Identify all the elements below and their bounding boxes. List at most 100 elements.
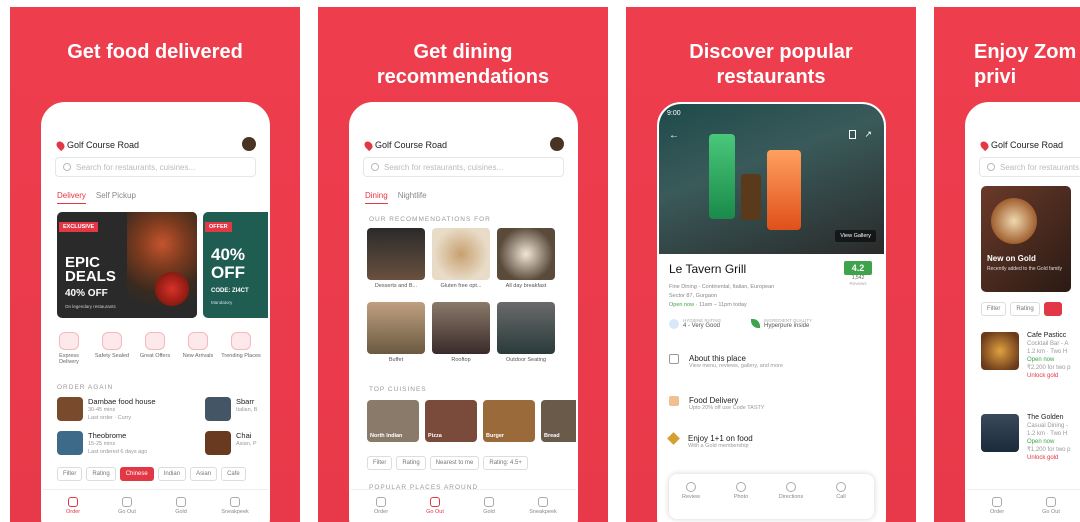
order-item[interactable]: Dambae food house 30-45 mins Last order · …	[57, 397, 156, 422]
gold-icon	[176, 497, 186, 507]
cuisine-tile[interactable]: North Indian	[367, 400, 419, 442]
order-icon	[68, 497, 78, 507]
category-new[interactable]: New Arrivals	[178, 332, 218, 359]
delivery-icon	[669, 396, 679, 406]
restaurant-hero-image[interactable]: 9:00 ← ↗ View Gallery	[659, 104, 884, 254]
category-offers[interactable]: Great Offers	[135, 332, 175, 359]
rec-tile[interactable]: Outdoor Seating	[497, 302, 555, 363]
nav-gold[interactable]: Gold	[469, 497, 509, 515]
asian-chip[interactable]: Asian	[190, 467, 218, 481]
filter-chip[interactable]: Filter	[367, 456, 393, 470]
search-placeholder: Search for restaurants	[1000, 163, 1080, 172]
sneakpeek-icon	[230, 497, 240, 507]
nav-sneakpeek[interactable]: Sneakpeek	[215, 497, 255, 515]
phone-mockup: Golf Course Road Search for restaurants,…	[349, 102, 578, 522]
rec-image	[432, 302, 490, 354]
nav-order[interactable]: Order	[361, 497, 401, 515]
hygiene-icon	[669, 318, 679, 329]
hygiene-rating[interactable]: HYGIENE RATING 4 - Very Good	[669, 318, 721, 329]
search-input[interactable]: Search for restaurants, cuisines...	[55, 157, 256, 177]
nav-order[interactable]: Order	[53, 497, 93, 515]
location-selector[interactable]: Golf Course Road	[54, 139, 140, 151]
photo-action[interactable]: Photo	[721, 482, 761, 500]
chinese-chip[interactable]: Chinese	[119, 467, 154, 481]
cuisine-type: Italian, B	[236, 407, 258, 413]
order-item[interactable]: Sbarr Italian, B	[205, 397, 257, 421]
rating-badge[interactable]: 4.2 1,542 Reviews	[844, 261, 872, 286]
rec-tile[interactable]: All day breakfast	[497, 228, 555, 289]
recommendations-header: OUR RECOMMENDATIONS FOR	[369, 216, 491, 223]
rec-tile[interactable]: Desserts and B...	[367, 228, 425, 289]
avatar[interactable]	[550, 137, 564, 151]
nav-go-out[interactable]: Go Out	[415, 497, 455, 515]
directions-action[interactable]: Directions	[771, 482, 811, 500]
location-label: Golf Course Road	[67, 140, 140, 150]
nav-gold[interactable]: Gold	[161, 497, 201, 515]
panel-title: Get food delivered	[67, 41, 243, 63]
cuisine-tile[interactable]: Bread	[541, 400, 576, 442]
tab-dining[interactable]: Dining	[365, 191, 388, 204]
cuisine-tile[interactable]: Burger	[483, 400, 535, 442]
search-input[interactable]: Search for restaurants, cuisines...	[363, 157, 564, 177]
new-on-gold-banner[interactable]: New on Gold Recently added to the Gold f…	[981, 186, 1071, 292]
back-arrow-icon[interactable]: ←	[669, 130, 679, 141]
bookmark-icon[interactable]	[849, 130, 856, 139]
tab-self-pickup[interactable]: Self Pickup	[96, 191, 136, 204]
go-out-icon	[122, 497, 132, 507]
offer-code: CODE: ZI4CT	[211, 288, 249, 294]
star-icon	[686, 482, 696, 492]
order-item[interactable]: Chai Asian, P	[205, 431, 256, 455]
location-label: Golf Course Road	[375, 140, 448, 150]
promo-panel-delivery: Get food delivered Golf Course Road Sear…	[10, 7, 300, 522]
location-selector[interactable]: Golf Course Road	[978, 139, 1063, 151]
location-pin-icon	[978, 139, 991, 151]
tab-delivery[interactable]: Delivery	[57, 191, 86, 204]
nav-order[interactable]: Order	[977, 497, 1017, 515]
filter-chip[interactable]: Filter	[981, 302, 1007, 316]
cuisine-tile[interactable]: Pizza	[425, 400, 477, 442]
nav-sneakpeek[interactable]: Sneakpeek	[523, 497, 563, 515]
order-item[interactable]: Theobrome 15-25 mins Last ordered 6 days a…	[57, 431, 147, 456]
share-icon[interactable]: ↗	[864, 129, 872, 140]
tab-nightlife[interactable]: Nightlife	[398, 191, 427, 204]
nav-go-out[interactable]: Go Out	[107, 497, 147, 515]
rec-tile[interactable]: Buffet	[367, 302, 425, 363]
view-gallery-button[interactable]: View Gallery	[835, 230, 876, 242]
place-card[interactable]: Cafe Pasticc Cocktail Bar - A 1.2 km · T…	[981, 332, 1071, 380]
open-hours[interactable]: Open now · 11am – 11pm today	[669, 302, 747, 308]
category-safety[interactable]: Safety Sealed	[92, 332, 132, 359]
bottom-nav: Order Go Out Gold Sneakpeek	[43, 489, 268, 522]
panel-title: Get dining recommendations	[376, 41, 550, 88]
filter-chip[interactable]: Filter	[57, 467, 83, 481]
cafe-chip[interactable]: Cafe	[221, 467, 246, 481]
about-row[interactable]: About this place View menu, reviews, gall…	[669, 354, 783, 369]
rating-chip[interactable]: Rating	[1010, 302, 1040, 316]
discount-text: 40% OFF	[65, 288, 108, 299]
gold-offer-row[interactable]: Enjoy 1+1 on food With a Gold membership	[667, 432, 753, 449]
rec-tile[interactable]: Gluten free opt...	[432, 228, 490, 289]
offer-banner[interactable]: OFFER 40% OFF CODE: ZI4CT Mandatory	[203, 212, 268, 318]
rating-chip[interactable]: Rating	[86, 467, 116, 481]
location-selector[interactable]: Golf Course Road	[362, 139, 448, 151]
rating-chip[interactable]: Rating	[396, 456, 426, 470]
phone-mockup: 9:00 ← ↗ View Gallery Le Tavern Grill 4.…	[657, 102, 886, 522]
review-action[interactable]: Review	[671, 482, 711, 500]
rec-image	[367, 228, 425, 280]
restaurant-thumb	[57, 431, 83, 455]
nearest-chip[interactable]: Nearest to me	[429, 456, 480, 470]
search-input[interactable]: Search for restaurants	[979, 157, 1080, 177]
food-delivery-row[interactable]: Food Delivery Upto 20% off use Code TASTY	[669, 396, 765, 411]
category-trending[interactable]: Trending Places	[221, 332, 261, 359]
place-card[interactable]: The Golden Casual Dining - 1.2 km · Two …	[981, 414, 1071, 462]
category-express[interactable]: Express Delivery	[49, 332, 89, 365]
ingredient-quality[interactable]: INGREDIENT QUALITY Hyperpure inside	[751, 318, 812, 329]
indian-chip[interactable]: Indian	[157, 467, 187, 481]
call-action[interactable]: Call	[821, 482, 861, 500]
nav-go-out[interactable]: Go Out	[1031, 497, 1071, 515]
avatar[interactable]	[242, 137, 256, 151]
rec-tile[interactable]: Rooftop	[432, 302, 490, 363]
rating-4-5-chip[interactable]: Rating: 4.5+	[483, 456, 528, 470]
epic-deals-banner[interactable]: EXCLUSIVE EPIC DEALS 40% OFF On legendary…	[57, 212, 197, 318]
active-chip[interactable]	[1043, 302, 1062, 316]
place-image	[981, 414, 1019, 452]
